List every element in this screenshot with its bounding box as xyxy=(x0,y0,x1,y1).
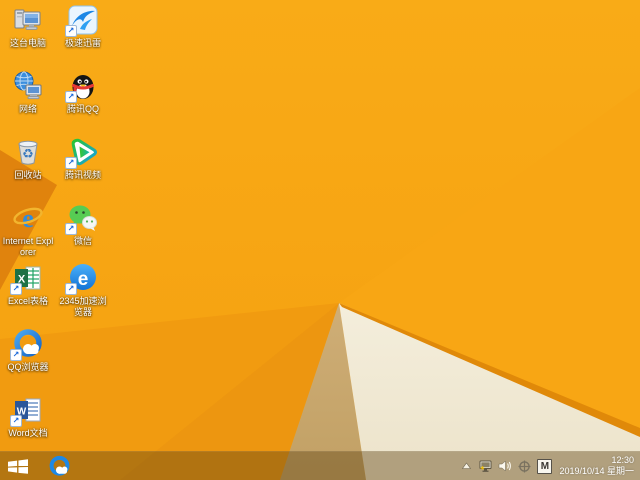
shortcut-arrow-icon: ↗ xyxy=(65,283,77,295)
system-tray: * M 12:30 2019/10/14 星期一 xyxy=(459,452,640,480)
hidden-icons-chevron[interactable] xyxy=(459,452,474,480)
desktop-icon-word[interactable]: W ↗ Word文档 xyxy=(1,394,55,439)
ime-tool-icon[interactable] xyxy=(515,452,534,480)
ie-icon: e xyxy=(13,204,43,233)
shortcut-arrow-icon: ↗ xyxy=(65,91,77,103)
network-status-icon[interactable]: * xyxy=(474,452,495,480)
desktop-icon-label: 微信 xyxy=(73,236,92,246)
shortcut-arrow-icon: ↗ xyxy=(10,283,22,295)
volume-icon[interactable] xyxy=(495,452,515,480)
start-button[interactable] xyxy=(0,452,36,480)
shortcut-arrow-icon: ↗ xyxy=(10,349,22,361)
desktop-icon-recycle-bin[interactable]: ♻ 回收站 xyxy=(1,136,55,181)
desktop-icon-2345-browser[interactable]: e ↗ 2345加速浏览器 xyxy=(56,262,110,318)
clock-time: 12:30 xyxy=(611,455,634,465)
shortcut-arrow-icon: ↗ xyxy=(65,25,77,37)
this-pc-icon xyxy=(14,9,41,30)
desktop-icon-label: 网络 xyxy=(18,104,37,114)
desktop-icon-xunlei[interactable]: ↗ 极速迅雷 xyxy=(56,4,110,49)
windows-logo-icon xyxy=(8,458,28,474)
desktop-icon-wechat[interactable]: ↗ 微信 xyxy=(56,202,110,247)
svg-text:e: e xyxy=(78,269,89,290)
desktop-icon-label: QQ浏览器 xyxy=(7,362,49,372)
desktop-icon-label: Excel表格 xyxy=(7,296,48,306)
desktop-icon-label: 这台电脑 xyxy=(9,38,46,48)
desktop-icon-excel[interactable]: X ↗ Excel表格 xyxy=(1,262,55,307)
desktop-icon-network[interactable]: 网络 xyxy=(1,70,55,115)
shortcut-arrow-icon: ↗ xyxy=(65,223,77,235)
desktop-icon-label: 2345加速浏览器 xyxy=(59,296,107,317)
recycle-bin-icon: ♻ xyxy=(18,140,38,165)
desktop-screen: 这台电脑 ↗ 极速迅雷 网络 ↗ 腾讯QQ ♻ 回收站 ↗ 腾讯视频 e Int… xyxy=(0,0,640,480)
network-icon xyxy=(14,71,42,100)
taskbar: * M 12:30 2019/10/14 星期一 xyxy=(0,451,640,480)
ime-mode-badge[interactable]: M xyxy=(534,452,555,480)
svg-text:♻: ♻ xyxy=(22,147,34,162)
taskbar-pinned-qq-browser[interactable] xyxy=(42,452,76,480)
desktop-icon-label: 极速迅雷 xyxy=(64,38,101,48)
shortcut-arrow-icon: ↗ xyxy=(10,415,22,427)
desktop-icon-label: Internet Explorer xyxy=(2,236,54,257)
clock-date: 2019/10/14 星期一 xyxy=(559,466,634,476)
desktop-icon-this-pc[interactable]: 这台电脑 xyxy=(1,4,55,49)
desktop-icon-label: 腾讯QQ xyxy=(66,104,99,114)
desktop-icon-label: Word文档 xyxy=(8,428,48,438)
desktop-icon-label: 腾讯视频 xyxy=(64,170,101,180)
qq-browser-icon xyxy=(49,455,69,476)
taskbar-clock[interactable]: 12:30 2019/10/14 星期一 xyxy=(559,455,634,477)
desktop-icon-tencent-video[interactable]: ↗ 腾讯视频 xyxy=(56,136,110,181)
desktop-icon-internet-explorer[interactable]: e Internet Explorer xyxy=(1,202,55,258)
desktop-icon-qq-browser[interactable]: ↗ QQ浏览器 xyxy=(1,328,55,373)
desktop-icon-label: 回收站 xyxy=(14,170,42,180)
desktop-icon-qq[interactable]: ↗ 腾讯QQ xyxy=(56,70,110,115)
shortcut-arrow-icon: ↗ xyxy=(65,157,77,169)
